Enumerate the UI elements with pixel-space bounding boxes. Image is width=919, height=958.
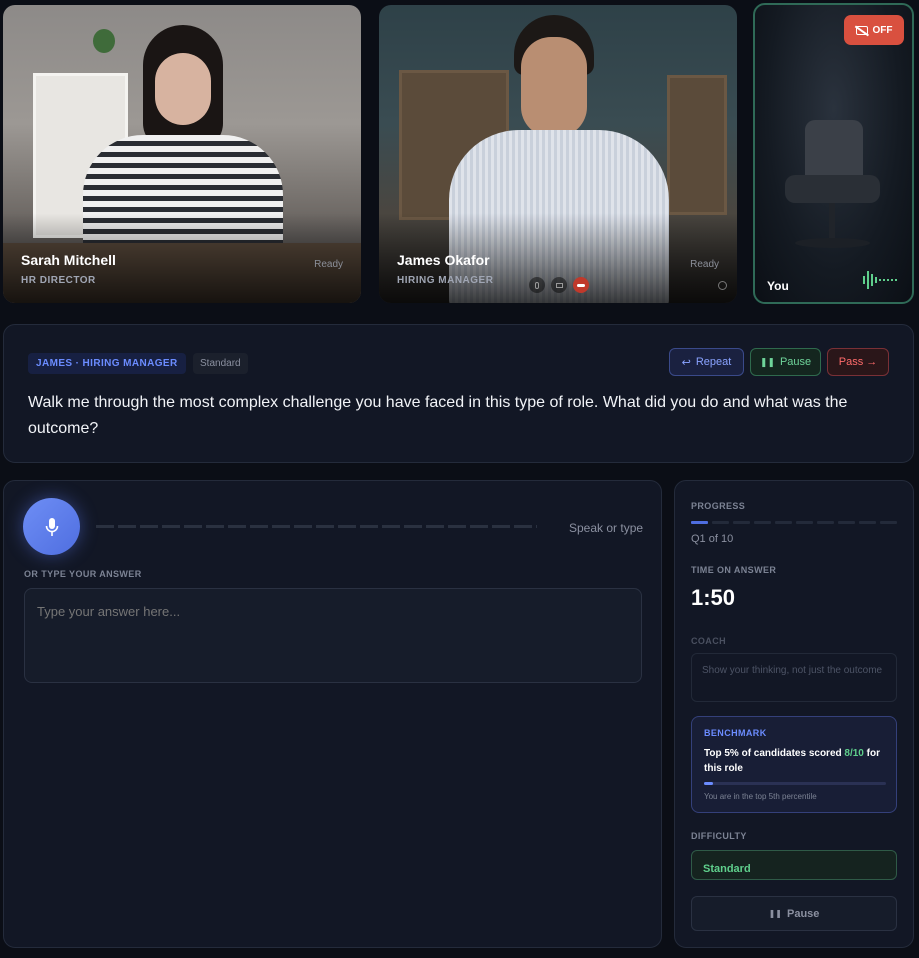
camera-off-badge[interactable]: OFF (844, 15, 904, 45)
participant-status: Ready (314, 259, 343, 270)
progress-track (691, 521, 897, 524)
participant-tile-sarah[interactable]: Sarah Mitchell HR DIRECTOR Ready (3, 5, 361, 303)
camera-icon (555, 282, 563, 288)
answer-panel: Speak or type OR TYPE YOUR ANSWER (3, 480, 662, 948)
type-answer-label: OR TYPE YOUR ANSWER (24, 569, 142, 579)
progress-text: Q1 of 10 (691, 533, 734, 545)
benchmark-card: BENCHMARK Top 5% of candidates scored 8/… (691, 716, 897, 813)
expand-icon[interactable] (718, 281, 727, 290)
mic-icon (45, 517, 58, 536)
coach-text: Show your thinking, not just the outcome (702, 665, 883, 676)
chair-image (785, 120, 880, 255)
progress-label: PROGRESS (691, 501, 746, 511)
progress-segment (838, 521, 855, 524)
speak-hint: Speak or type (569, 521, 644, 535)
tile-mute-button[interactable] (529, 277, 545, 293)
pause-icon: ❚❚ (768, 909, 782, 918)
mic-button[interactable] (23, 498, 80, 555)
tile-camera-button[interactable] (551, 277, 567, 293)
participant-status: Ready (690, 259, 719, 270)
coach-label: COACH (691, 636, 726, 646)
pause-interview-label: Pause (786, 907, 820, 920)
progress-segment (817, 521, 834, 524)
repeat-icon: ↩ (681, 356, 691, 369)
mic-icon (535, 281, 539, 289)
progress-segment (880, 521, 897, 524)
difficulty-value: Standard (703, 863, 751, 875)
pass-button[interactable]: Pass → (827, 348, 889, 376)
participant-tile-james[interactable]: James Okafor HIRING MANAGER Ready (379, 5, 737, 303)
benchmark-label: BENCHMARK (704, 728, 767, 738)
repeat-button[interactable]: ↩ Repeat (669, 348, 744, 376)
progress-segment (712, 521, 729, 524)
level-tag: Standard (193, 353, 248, 374)
pass-label: Pass → (838, 356, 878, 368)
progress-segment (754, 521, 771, 524)
self-label: You (767, 279, 789, 293)
pause-icon: ❚❚ (759, 356, 775, 367)
participant-name: Sarah Mitchell (21, 252, 116, 268)
answer-input[interactable] (24, 588, 642, 683)
sidebar-panel: PROGRESS Q1 of 10 TIME ON ANSWER 1:50 CO… (674, 480, 914, 948)
benchmark-text: Top 5% of candidates scored 8/10 for thi… (704, 748, 880, 774)
participant-role: HR DIRECTOR (21, 275, 96, 286)
audio-level-icon (863, 269, 903, 291)
benchmark-bar (704, 782, 886, 785)
benchmark-score: 8/10 (844, 748, 864, 759)
participant-name: James Okafor (397, 252, 490, 268)
pause-interview-button[interactable]: ❚❚ Pause (691, 896, 897, 931)
coach-box: Show your thinking, not just the outcome (691, 653, 897, 702)
progress-segment (796, 521, 813, 524)
participant-role: HIRING MANAGER (397, 275, 494, 286)
time-value: 1:50 (691, 585, 736, 610)
self-view-tile[interactable]: OFF You (753, 3, 914, 304)
time-label: TIME ON ANSWER (691, 565, 777, 575)
difficulty-label: DIFFICULTY (691, 831, 747, 841)
asker-tag: JAMES · HIRING MANAGER (28, 353, 186, 374)
camera-off-label: OFF (872, 24, 893, 36)
hangup-icon (577, 283, 585, 287)
pause-question-button[interactable]: ❚❚ Pause (750, 348, 821, 376)
tile-hangup-button[interactable] (573, 277, 589, 293)
camera-off-icon (854, 25, 869, 36)
progress-segment (733, 521, 750, 524)
difficulty-selector[interactable]: Standard (691, 850, 897, 880)
progress-segment (775, 521, 792, 524)
question-text: Walk me through the most complex challen… (28, 394, 848, 437)
progress-segment (691, 521, 708, 524)
benchmark-note: You are in the top 5th percentile (704, 792, 817, 801)
repeat-label: Repeat (695, 356, 732, 368)
benchmark-bar-fill (704, 782, 714, 785)
bookshelf-image (667, 75, 727, 215)
progress-segment (859, 521, 876, 524)
question-panel: JAMES · HIRING MANAGER Standard ↩ Repeat … (3, 324, 914, 463)
waveform-placeholder (96, 525, 537, 528)
pause-label: Pause (779, 356, 812, 368)
